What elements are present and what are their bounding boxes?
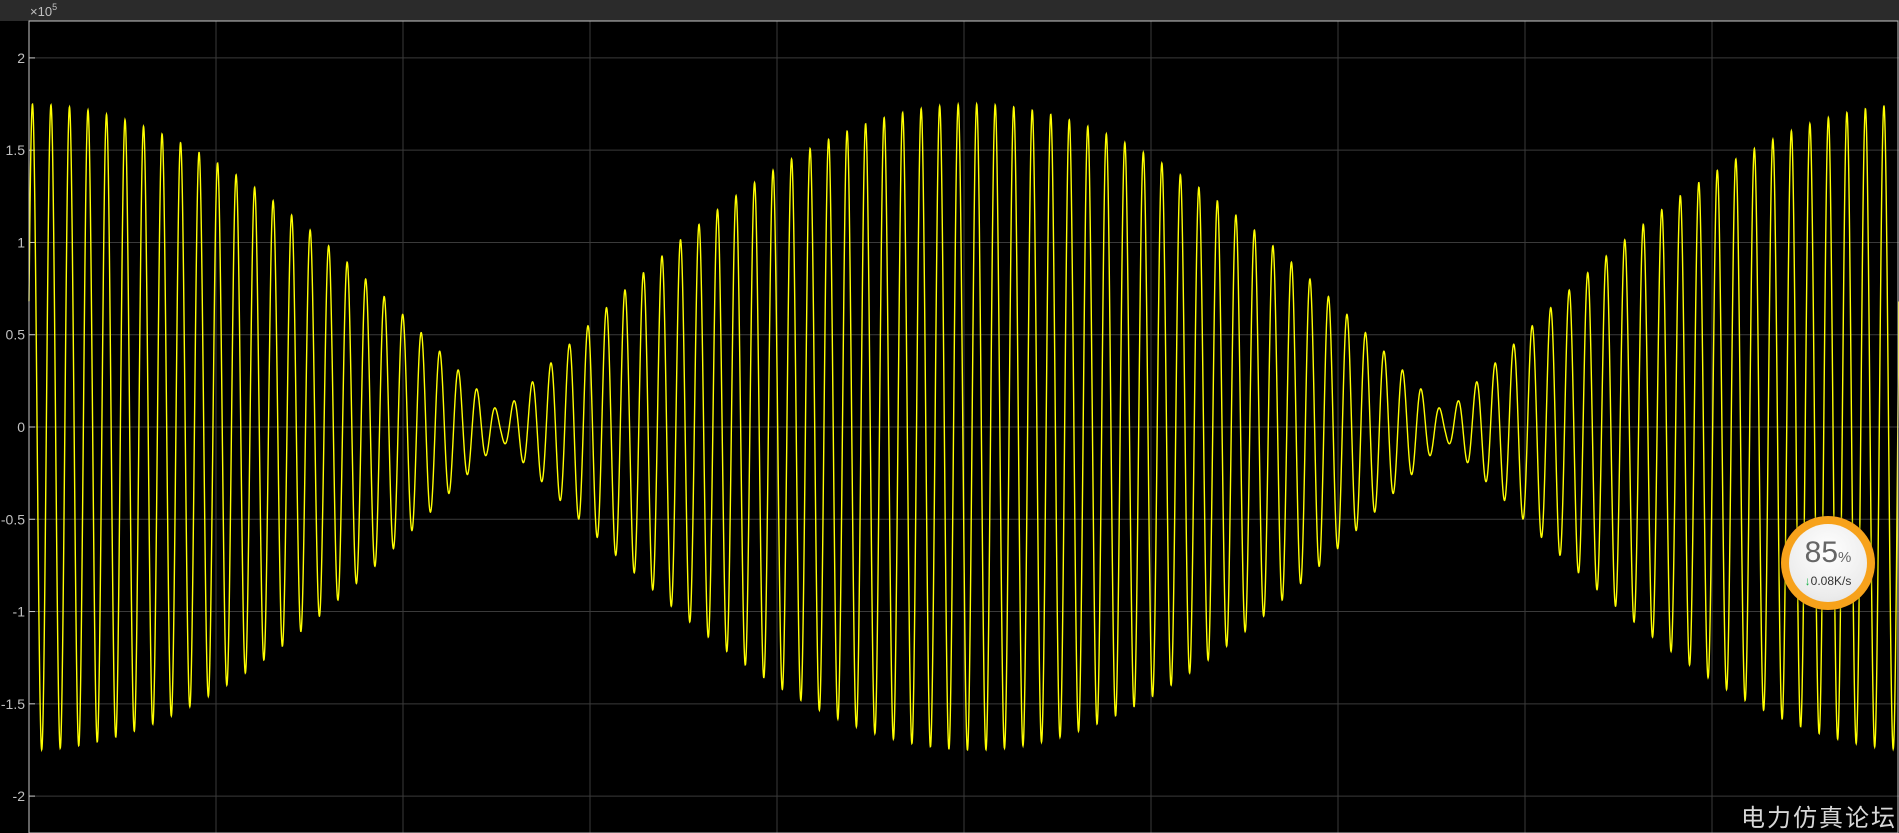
y-tick-label: 1.5 (6, 142, 26, 158)
y-tick-label: -1.5 (1, 696, 25, 712)
y-tick-label: -2 (13, 788, 26, 804)
speed-rate: ↓0.08K/s (1804, 574, 1852, 588)
speed-percent: 85% (1804, 536, 1852, 569)
speed-widget-face: 85% ↓0.08K/s (1789, 524, 1867, 602)
y-tick-labels: 2 1.5 1 0.5 0 -0.5 -1 -1.5 -2 (1, 50, 25, 804)
y-tick-label: 0.5 (6, 327, 26, 343)
y-tick-label: 2 (17, 50, 25, 66)
network-speed-widget[interactable]: 85% ↓0.08K/s (1781, 516, 1875, 610)
grid-layer (29, 21, 1899, 833)
scope-window: 2 1.5 1 0.5 0 -0.5 -1 -1.5 -2 ×105 85% ↓0.08K/s … (0, 0, 1899, 833)
watermark: 电力仿真论坛 (1741, 804, 1897, 832)
y-tick-label: -1 (13, 604, 26, 620)
y-tick-label: 0 (17, 419, 25, 435)
plot-area: 2 1.5 1 0.5 0 -0.5 -1 -1.5 -2 ×105 (1, 2, 1899, 833)
y-exponent-label: ×105 (30, 2, 57, 19)
y-tick-label: -0.5 (1, 511, 25, 527)
y-tick-label: 1 (17, 234, 25, 250)
